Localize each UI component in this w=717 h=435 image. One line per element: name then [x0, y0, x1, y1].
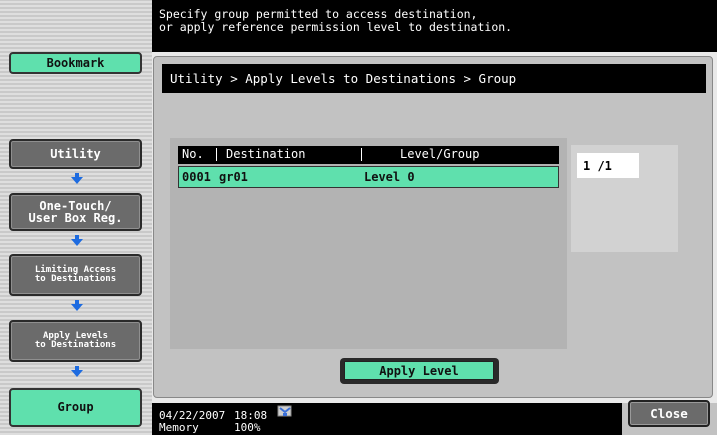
- cell-destination: gr01: [219, 170, 248, 184]
- down-arrow-icon: [71, 370, 83, 377]
- nav-limiting-access-button[interactable]: Limiting Access to Destinations: [9, 254, 142, 296]
- column-divider: [361, 148, 362, 161]
- column-header-destination: Destination: [226, 147, 306, 161]
- cell-no: 0001: [182, 170, 211, 184]
- column-header-no: No.: [182, 147, 204, 161]
- instruction-message: Specify group permitted to access destin…: [152, 0, 717, 52]
- cell-level-group: Level 0: [364, 170, 415, 184]
- table-row[interactable]: 0001 gr01 Level 0: [178, 166, 559, 188]
- apply-level-button[interactable]: Apply Level: [344, 361, 494, 380]
- close-button[interactable]: Close: [628, 400, 710, 427]
- down-arrow-icon: [71, 304, 83, 311]
- memory-value: 100%: [234, 421, 261, 434]
- nav-utility-button[interactable]: Utility: [9, 139, 142, 169]
- network-status-icon: [277, 405, 292, 417]
- nav-group-button[interactable]: Group: [9, 388, 142, 427]
- memory-label: Memory: [159, 421, 199, 434]
- status-bar: 04/22/2007 18:08 Memory 100%: [152, 403, 622, 435]
- down-arrow-icon: [71, 177, 83, 184]
- down-arrow-icon: [71, 239, 83, 246]
- breadcrumb: Utility > Apply Levels to Destinations >…: [162, 64, 706, 93]
- nav-one-touch-button[interactable]: One-Touch/ User Box Reg.: [9, 193, 142, 231]
- column-divider: [216, 148, 217, 161]
- table-header: No. Destination Level/Group: [178, 146, 559, 164]
- nav-apply-levels-button[interactable]: Apply Levels to Destinations: [9, 320, 142, 362]
- bookmark-button[interactable]: Bookmark: [9, 52, 142, 74]
- page-indicator: 1 /1: [577, 153, 639, 178]
- column-header-level-group: Level/Group: [400, 147, 480, 161]
